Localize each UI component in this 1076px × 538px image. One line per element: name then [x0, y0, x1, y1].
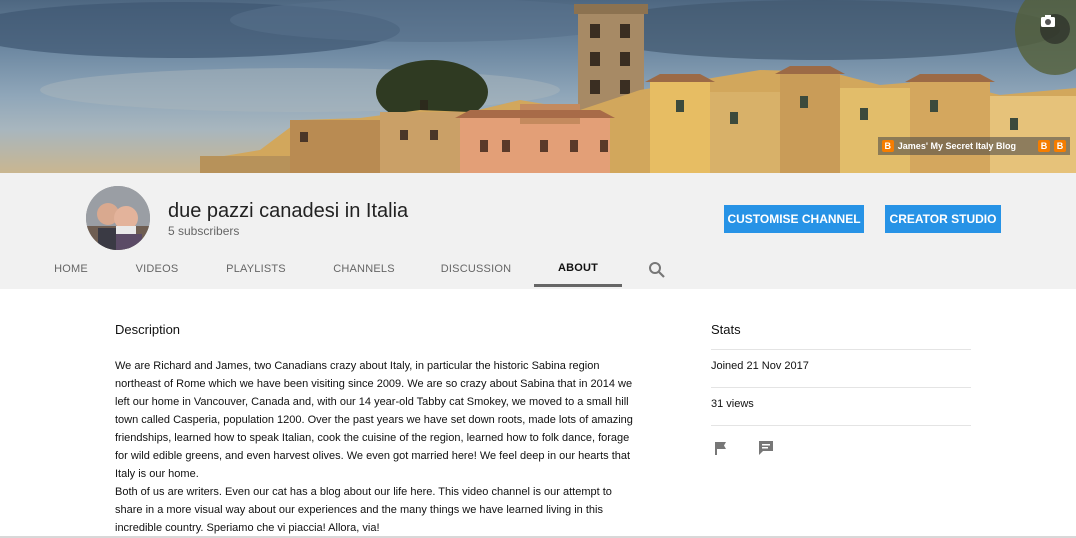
tab-discussion[interactable]: DISCUSSION	[436, 249, 516, 289]
description-heading: Description	[115, 322, 181, 337]
divider	[711, 349, 971, 350]
creator-studio-button[interactable]: CREATOR STUDIO	[885, 205, 1001, 233]
description-paragraph: We are Richard and James, two Canadians …	[115, 360, 633, 480]
tab-home[interactable]: HOME	[46, 249, 96, 289]
channel-header: due pazzi canadesi in Italia 5 subscribe…	[0, 173, 1076, 289]
view-count: 31 views	[711, 398, 754, 410]
message-icon[interactable]	[757, 439, 775, 457]
tab-channels[interactable]: CHANNELS	[326, 249, 402, 289]
camera-icon[interactable]	[1040, 14, 1070, 44]
tab-playlists[interactable]: PLAYLISTS	[218, 249, 294, 289]
search-icon[interactable]	[648, 261, 666, 279]
description-text: We are Richard and James, two Canadians …	[115, 357, 640, 537]
subscriber-count: 5 subscribers	[168, 224, 240, 238]
joined-date: Joined 21 Nov 2017	[711, 360, 809, 372]
blog-link-james[interactable]: B James' My Secret Italy Blog	[881, 140, 1016, 152]
customise-channel-button[interactable]: CUSTOMISE CHANNEL	[724, 205, 864, 233]
divider	[711, 387, 971, 388]
flag-icon[interactable]	[713, 440, 729, 456]
stats-heading: Stats	[711, 322, 741, 337]
channel-tabs: HOME VIDEOS PLAYLISTS CHANNELS DISCUSSIO…	[0, 249, 1076, 289]
description-paragraph: Both of us are writers. Even our cat has…	[115, 486, 612, 534]
divider	[711, 425, 971, 426]
banner-links: B James' My Secret Italy Blog B B	[877, 137, 1070, 155]
blogger-icon[interactable]: B	[1054, 140, 1066, 152]
blogger-icon[interactable]: B	[1038, 140, 1050, 152]
channel-title: due pazzi canadesi in Italia	[168, 200, 409, 222]
tab-about[interactable]: ABOUT	[534, 249, 622, 287]
blogger-icon: B	[881, 140, 894, 152]
blog-link-label: James' My Secret Italy Blog	[897, 141, 1016, 151]
avatar[interactable]	[86, 186, 150, 250]
tab-videos[interactable]: VIDEOS	[130, 249, 184, 289]
channel-banner: B James' My Secret Italy Blog B B	[0, 0, 1076, 173]
